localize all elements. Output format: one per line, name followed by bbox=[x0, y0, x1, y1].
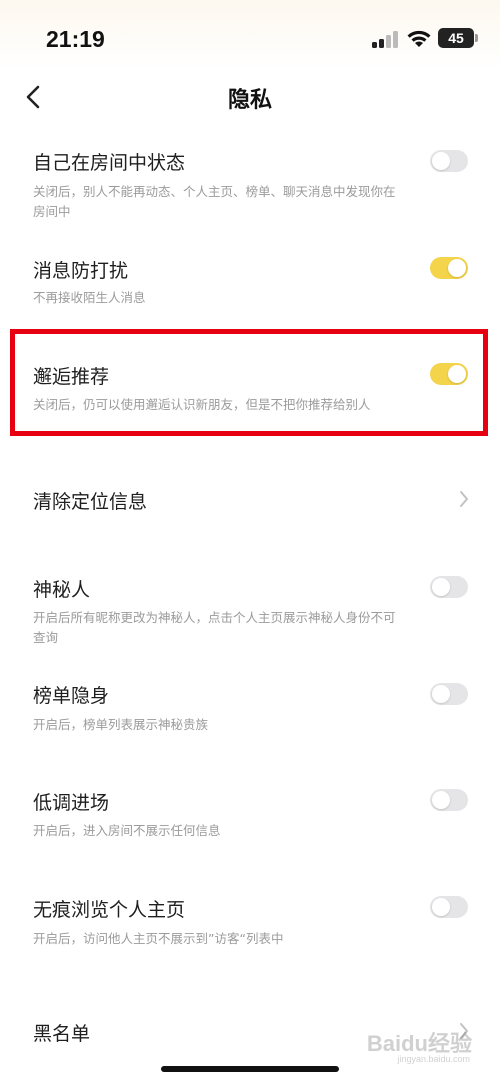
leaderboard-hidden-toggle[interactable] bbox=[430, 683, 468, 705]
highlight-box bbox=[10, 329, 488, 436]
chevron-right-icon bbox=[460, 491, 468, 507]
toggle-knob bbox=[432, 791, 450, 809]
toggle-knob bbox=[432, 685, 450, 703]
nav-bar: 隐私 bbox=[0, 70, 500, 124]
low-key-entry-toggle[interactable] bbox=[430, 789, 468, 811]
wifi-icon bbox=[407, 30, 431, 47]
setting-title: 无痕浏览个人主页 bbox=[33, 899, 186, 921]
setting-title: 清除定位信息 bbox=[33, 491, 148, 513]
setting-desc: 开启后所有昵称更改为神秘人，点击个人主页展示神秘人身份不可 查询 bbox=[33, 608, 428, 648]
setting-leaderboard-hidden: 榜单隐身 开启后，榜单列表展示神秘贵族 bbox=[0, 661, 500, 767]
setting-title: 低调进场 bbox=[33, 792, 110, 814]
toggle-knob bbox=[432, 898, 450, 916]
room-status-toggle[interactable] bbox=[430, 150, 468, 172]
toggle-knob bbox=[432, 152, 450, 170]
page-title: 隐私 bbox=[227, 88, 272, 113]
setting-title: 黑名单 bbox=[33, 1023, 91, 1045]
mystery-person-toggle[interactable] bbox=[430, 576, 468, 598]
setting-clear-location[interactable]: 清除定位信息 bbox=[0, 445, 500, 555]
setting-desc: 开启后，进入房间不展示任何信息 bbox=[33, 823, 221, 838]
status-bar: 21:19 45 bbox=[0, 0, 500, 70]
toggle-knob bbox=[448, 259, 466, 277]
setting-desc-line: 查询 bbox=[33, 630, 59, 645]
battery-cap bbox=[475, 34, 478, 42]
setting-desc-line: 开启后所有昵称更改为神秘人，点击个人主页展示神秘人身份不可 bbox=[33, 610, 396, 625]
setting-desc: 开启后，访问他人主页不展示到”访客“列表中 bbox=[33, 931, 284, 946]
watermark-sub: jingyan.baidu.com bbox=[397, 1054, 470, 1064]
setting-mystery-person: 神秘人 开启后所有昵称更改为神秘人，点击个人主页展示神秘人身份不可 查询 bbox=[0, 555, 500, 661]
setting-low-key-entry: 低调进场 开启后，进入房间不展示任何信息 bbox=[0, 767, 500, 873]
toggle-knob bbox=[432, 578, 450, 596]
incognito-browse-toggle[interactable] bbox=[430, 896, 468, 918]
status-time: 21:19 bbox=[46, 26, 105, 52]
setting-desc: 开启后，榜单列表展示神秘贵族 bbox=[33, 717, 209, 732]
setting-title: 神秘人 bbox=[33, 579, 91, 601]
setting-incognito-browse: 无痕浏览个人主页 开启后，访问他人主页不展示到”访客“列表中 bbox=[0, 873, 500, 979]
setting-title: 自己在房间中状态 bbox=[33, 152, 186, 174]
setting-room-status: 自己在房间中状态 关闭后，别人不能再动态、个人主页、榜单、聊天消息中发现你在 房… bbox=[0, 124, 500, 230]
setting-desc: 不再接收陌生人消息 bbox=[33, 290, 146, 305]
setting-desc-line: 关闭后，别人不能再动态、个人主页、榜单、聊天消息中发现你在 bbox=[33, 184, 396, 199]
cellular-signal-icon bbox=[372, 30, 400, 48]
battery-icon: 45 bbox=[438, 28, 474, 48]
setting-desc: 关闭后，别人不能再动态、个人主页、榜单、聊天消息中发现你在 房间中 bbox=[33, 182, 428, 222]
privacy-screen: 21:19 45 隐私 自己在房间中状态 关闭后，别人不能再动态、个人主页、榜单… bbox=[0, 0, 500, 1083]
setting-desc-line: 房间中 bbox=[33, 204, 71, 219]
setting-title: 榜单隐身 bbox=[33, 685, 110, 707]
home-indicator[interactable] bbox=[161, 1066, 339, 1072]
setting-message-dnd: 消息防打扰 不再接收陌生人消息 bbox=[0, 230, 500, 325]
setting-title: 消息防打扰 bbox=[33, 260, 129, 282]
message-dnd-toggle[interactable] bbox=[430, 257, 468, 279]
